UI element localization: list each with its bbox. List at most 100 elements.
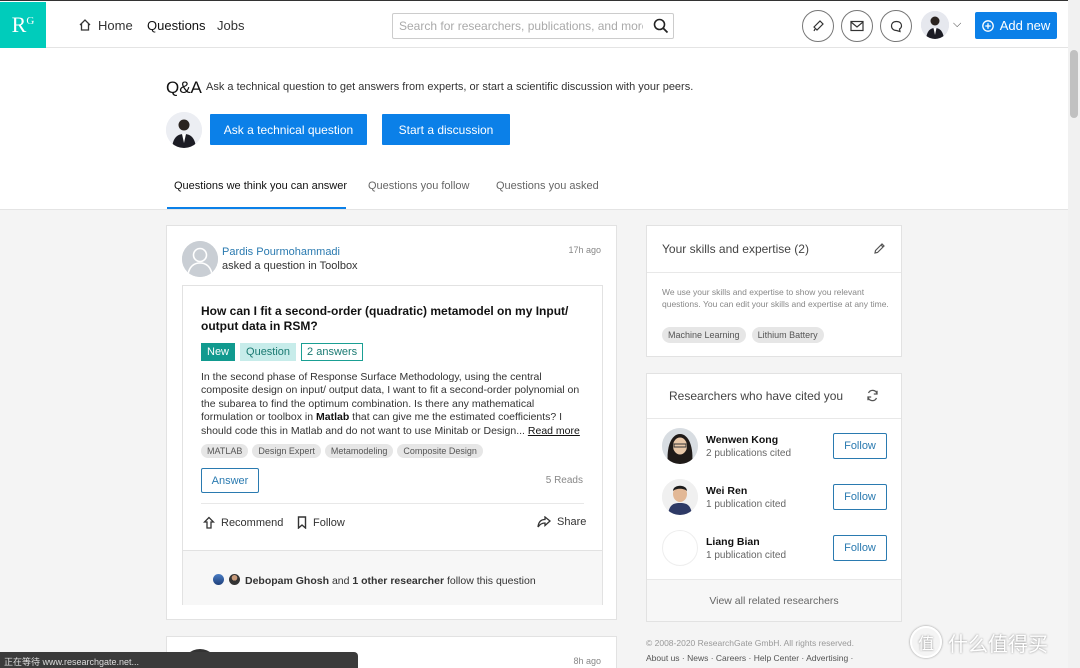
share-label: Share <box>557 516 587 528</box>
tab-you-asked[interactable]: Questions you asked <box>496 180 599 192</box>
page-title: Q&A <box>166 78 202 97</box>
researchers-title: Researchers who have cited you <box>669 389 844 403</box>
tab-can-answer[interactable]: Questions we think you can answer <box>174 180 347 192</box>
researcher-avatar[interactable] <box>662 479 698 515</box>
question-author-link[interactable]: Pardis Pourmohammadi <box>222 246 340 258</box>
answer-button[interactable]: Answer <box>201 468 259 493</box>
recommend-button[interactable]: Recommend <box>203 516 283 529</box>
divider <box>647 418 901 419</box>
tab-you-follow[interactable]: Questions you follow <box>368 180 470 192</box>
user-photo-icon <box>662 479 698 515</box>
researcher-row: Wenwen Kong 2 publications cited Follow <box>662 428 892 468</box>
researchers-card: Researchers who have cited you Wenwen Ko… <box>646 373 902 622</box>
answers-count-link[interactable]: 2 answers <box>301 343 364 361</box>
followers-bar: Debopam Ghosh and 1 other researcher fol… <box>183 550 602 605</box>
follower-name-link[interactable]: Debopam Ghosh <box>245 575 329 587</box>
bookmark-icon <box>297 516 307 529</box>
other-followers-link[interactable]: 1 other researcher <box>352 575 444 587</box>
watermark-logo-icon: 值 <box>910 626 942 658</box>
researchgate-logo[interactable]: RG <box>0 2 46 48</box>
page-description: Ask a technical question to get answers … <box>206 81 694 93</box>
keyword-tag[interactable]: Composite Design <box>397 444 483 458</box>
start-discussion-button[interactable]: Start a discussion <box>382 114 510 145</box>
share-arrow-icon <box>537 516 551 528</box>
plus-circle-icon <box>981 19 994 32</box>
reads-count: 5 Reads <box>545 475 583 486</box>
nav-questions[interactable]: Questions <box>141 1 212 50</box>
add-new-button[interactable]: Add new <box>975 12 1057 39</box>
page-scrollbar[interactable] <box>1068 0 1080 668</box>
question-body-box: How can I fit a second-order (quadratic)… <box>182 285 603 605</box>
follower-avatar[interactable] <box>213 574 224 585</box>
nav-home-label: Home <box>98 17 133 33</box>
messages-button[interactable] <box>841 10 873 42</box>
follow-researcher-button[interactable]: Follow <box>833 433 887 459</box>
read-more-link[interactable]: Read more <box>528 425 580 437</box>
nav-home[interactable]: Home <box>78 1 133 49</box>
nav-questions-label: Questions <box>147 17 206 33</box>
user-photo-icon <box>921 11 949 39</box>
question-context: asked a question in Toolbox <box>222 260 358 272</box>
profile-avatar[interactable] <box>921 11 949 39</box>
researcher-name[interactable]: Liang Bian <box>706 536 760 548</box>
nav-jobs[interactable]: Jobs <box>217 1 244 49</box>
speech-bubble-icon <box>890 20 902 32</box>
user-photo-icon <box>166 112 202 148</box>
skills-description: We use your skills and expertise to show… <box>662 287 889 309</box>
chevron-down-icon[interactable]: ⌵ <box>953 18 961 31</box>
question-title[interactable]: How can I fit a second-order (quadratic)… <box>201 304 581 334</box>
watermark: 值 什么值得买 <box>910 626 1048 658</box>
qa-header: Q&A Ask a technical question to get answ… <box>0 48 1068 210</box>
follower-avatar[interactable] <box>229 574 240 585</box>
question-timestamp: 8h ago <box>573 656 601 666</box>
keyword-tag[interactable]: Metamodeling <box>324 444 394 458</box>
divider <box>201 503 584 504</box>
home-icon <box>79 19 91 31</box>
megaphone-icon <box>813 20 824 32</box>
watermark-text: 什么值得买 <box>948 633 1048 656</box>
question-badges: New Question 2 answers <box>201 343 364 361</box>
copyright-text: © 2008-2020 ResearchGate GmbH. All right… <box>646 638 855 648</box>
follow-question-button[interactable]: Follow <box>297 516 345 529</box>
keyword-tag[interactable]: Design Expert <box>252 444 321 458</box>
search-icon[interactable] <box>652 17 670 35</box>
keyword-tag[interactable]: MATLAB <box>201 444 249 458</box>
chat-button[interactable] <box>880 10 912 42</box>
author-avatar[interactable] <box>182 241 218 277</box>
excerpt-bold: Matlab <box>315 411 350 424</box>
pencil-icon[interactable] <box>873 242 886 255</box>
share-button[interactable]: Share <box>537 516 586 528</box>
refresh-icon[interactable] <box>866 389 879 402</box>
question-excerpt: In the second phase of Response Surface … <box>201 371 587 438</box>
researcher-citations: 1 publication cited <box>706 499 787 510</box>
skills-card: Your skills and expertise (2) We use you… <box>646 225 902 357</box>
followers-and: and <box>331 575 350 587</box>
researcher-avatar[interactable] <box>662 530 698 566</box>
footer-links[interactable]: About us · News · Careers · Help Center … <box>646 653 853 663</box>
researcher-name[interactable]: Wenwen Kong <box>706 434 778 446</box>
follow-researcher-button[interactable]: Follow <box>833 484 887 510</box>
user-photo-icon <box>662 428 698 464</box>
browser-status-bar: 正在等待 www.researchgate.net... <box>0 652 358 668</box>
excerpt-ellipsis: ... <box>516 424 525 437</box>
follow-researcher-button[interactable]: Follow <box>833 535 887 561</box>
top-navigation-bar: RG Home Questions Jobs ⌵ Add new <box>0 0 1068 50</box>
keyword-list: MATLAB Design Expert Metamodeling Compos… <box>201 444 483 458</box>
view-all-researchers-link[interactable]: View all related researchers <box>647 579 901 621</box>
skill-tag[interactable]: Machine Learning <box>662 327 746 343</box>
active-tab-indicator <box>167 207 346 209</box>
researcher-citations: 2 publications cited <box>706 448 792 459</box>
researcher-avatar[interactable] <box>662 428 698 464</box>
researcher-citations: 1 publication cited <box>706 550 787 561</box>
follow-label: Follow <box>313 516 345 529</box>
divider <box>647 272 901 273</box>
researcher-name[interactable]: Wei Ren <box>706 485 747 497</box>
notifications-button[interactable] <box>802 10 834 42</box>
scrollbar-thumb[interactable] <box>1070 50 1078 118</box>
envelope-icon <box>850 20 864 32</box>
researcher-row: Wei Ren 1 publication cited Follow <box>662 479 892 519</box>
new-badge: New <box>201 343 236 361</box>
ask-question-button[interactable]: Ask a technical question <box>210 114 367 145</box>
search-input[interactable] <box>392 13 674 39</box>
skill-tag[interactable]: Lithium Battery <box>751 327 824 343</box>
